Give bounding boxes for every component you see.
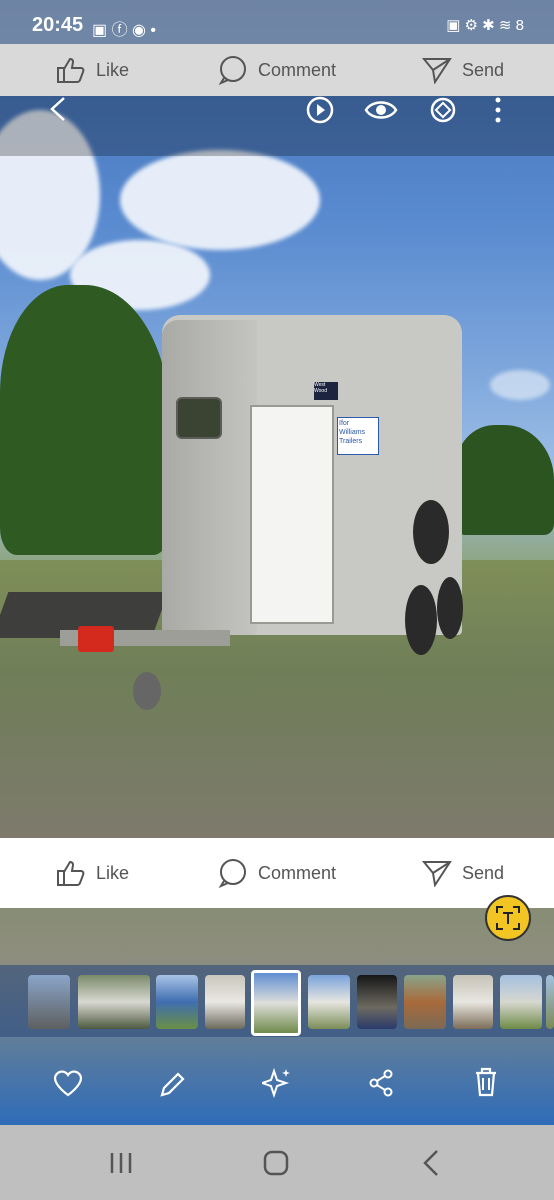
battery-box <box>78 626 114 652</box>
heart-icon[interactable] <box>52 1069 84 1097</box>
cloud <box>490 370 550 400</box>
send-icon <box>422 58 452 84</box>
like-icon <box>57 57 85 83</box>
like-icon <box>57 860 85 886</box>
cloud <box>120 150 320 250</box>
status-time: 20:45 <box>32 14 84 36</box>
trash-icon[interactable] <box>473 1067 499 1097</box>
battery-text: 8 <box>515 17 524 34</box>
comment-icon <box>218 56 246 85</box>
trailer-window <box>176 397 222 439</box>
more-icon[interactable] <box>492 96 504 124</box>
brand-sticker: Ifor Williams Trailers <box>337 417 379 455</box>
like-label: Like <box>96 862 130 883</box>
recents-icon[interactable] <box>108 1151 134 1175</box>
send-button[interactable]: Send <box>422 859 504 887</box>
wheel <box>405 585 437 655</box>
trailer-front <box>162 320 257 635</box>
send-label: Send <box>462 862 505 883</box>
back-icon[interactable] <box>421 1149 441 1177</box>
notification-icons: ▣ ⓕ ◉ • <box>92 22 157 39</box>
thumbnail[interactable] <box>28 975 70 1029</box>
status-right: ▣ ⚙ ✱ ≋ 8 <box>446 16 524 34</box>
send-label: Send <box>462 59 505 80</box>
sticker-text: West Wood <box>314 382 327 394</box>
thumbnail[interactable] <box>78 975 150 1029</box>
thumbnail[interactable] <box>404 975 446 1029</box>
send-button[interactable]: Send <box>422 56 504 84</box>
bottom-toolbar <box>0 1045 554 1125</box>
like-label: Like <box>96 59 130 80</box>
thumbnail[interactable] <box>546 975 554 1029</box>
comment-icon <box>218 859 246 888</box>
thumbnail[interactable] <box>205 975 245 1029</box>
status-bar: 20:45 ▣ ⓕ ◉ • ▣ ⚙ ✱ ≋ 8 <box>0 0 554 44</box>
comment-button[interactable]: Comment <box>218 858 336 888</box>
hedge <box>0 285 170 555</box>
thumbnail[interactable] <box>156 975 198 1029</box>
text-recognition-button[interactable] <box>485 895 531 941</box>
hedge <box>455 425 554 535</box>
send-icon <box>422 861 452 887</box>
brand-sticker-text: Ifor Williams Trailers <box>339 420 366 445</box>
eye-icon[interactable] <box>364 98 398 122</box>
edit-icon[interactable] <box>158 1069 188 1099</box>
play-icon[interactable] <box>304 96 336 124</box>
jockey-wheel <box>133 672 161 710</box>
spare-wheel <box>413 500 449 564</box>
status-icons: ▣ ⚙ ✱ ≋ <box>446 17 516 34</box>
thumbnail[interactable] <box>500 975 542 1029</box>
thumbnail-selected[interactable] <box>251 970 301 1036</box>
thumbnail[interactable] <box>308 975 350 1029</box>
like-button[interactable]: Like <box>56 859 129 887</box>
rotate-icon[interactable] <box>428 96 458 124</box>
share-icon[interactable] <box>368 1069 394 1097</box>
viewer-header <box>0 96 554 156</box>
comment-label: Comment <box>258 862 337 883</box>
sparkle-icon[interactable] <box>262 1067 292 1099</box>
trailer-door: Ifor Williams Trailers <box>250 405 379 624</box>
share-bar-top: Like Comment Send <box>0 44 554 96</box>
scan-text-icon <box>496 906 520 930</box>
like-button[interactable]: Like <box>56 56 129 84</box>
share-bar-bottom: Like Comment Send <box>0 838 554 908</box>
photo-viewer[interactable]: Ifor Williams Trailers West Wood <box>0 0 554 1125</box>
thumbnail[interactable] <box>453 975 493 1029</box>
back-icon[interactable] <box>46 96 72 122</box>
comment-label: Comment <box>258 59 337 80</box>
home-icon[interactable] <box>263 1150 289 1176</box>
comment-button[interactable]: Comment <box>218 55 336 85</box>
sticker: West Wood <box>314 382 338 400</box>
wheel <box>437 577 463 639</box>
navigation-bar <box>0 1125 554 1200</box>
thumbnail[interactable] <box>357 975 397 1029</box>
